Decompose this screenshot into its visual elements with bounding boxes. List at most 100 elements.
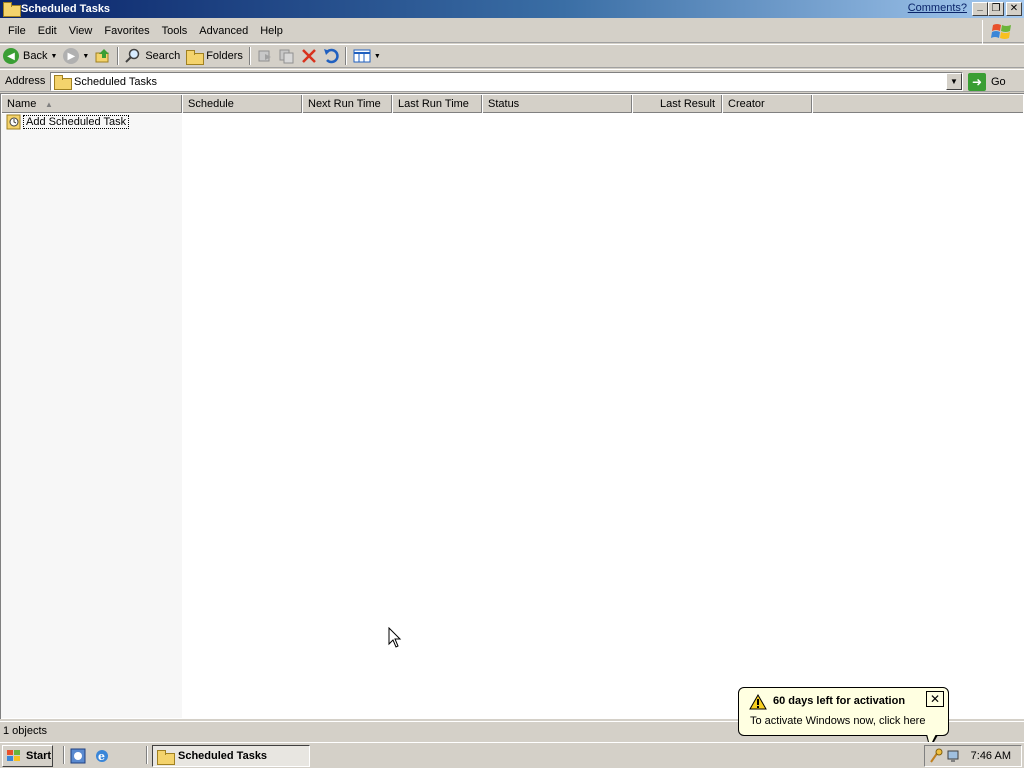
scheduled-tasks-folder-icon: [54, 75, 72, 90]
taskbar-separator: [146, 746, 148, 764]
folders-label: Folders: [206, 50, 243, 62]
menu-edit[interactable]: Edit: [32, 25, 63, 37]
restore-button[interactable]: ❐: [988, 2, 1004, 16]
views-dropdown-icon: ▼: [373, 52, 381, 60]
menu-file[interactable]: File: [0, 25, 32, 37]
search-button[interactable]: Search: [122, 45, 183, 67]
column-headers: Name ▲ Schedule Next Run Time Last Run T…: [1, 95, 1023, 113]
copy-to-icon: [279, 49, 294, 64]
add-scheduled-task-icon: [6, 114, 21, 130]
activation-balloon[interactable]: 60 days left for activation To activate …: [738, 687, 949, 736]
go-button[interactable]: ➜ Go: [968, 72, 1006, 91]
forward-button[interactable]: ▶ ▼: [60, 45, 92, 67]
menu-favorites[interactable]: Favorites: [98, 25, 155, 37]
column-label: Last Run Time: [398, 98, 469, 110]
close-button[interactable]: ✕: [1006, 2, 1022, 16]
up-folder-button[interactable]: [92, 45, 114, 67]
go-label: Go: [991, 75, 1006, 88]
network-icon[interactable]: [946, 748, 962, 764]
folders-icon: [186, 49, 205, 65]
column-header-schedule[interactable]: Schedule: [182, 95, 302, 113]
address-input[interactable]: Scheduled Tasks ▼: [50, 72, 963, 91]
go-arrow-icon: ➜: [968, 72, 986, 91]
server-management-icon[interactable]: [70, 748, 86, 764]
window-title: Scheduled Tasks: [21, 3, 111, 15]
close-icon: ✕: [1009, 3, 1019, 14]
delete-icon: [302, 49, 316, 63]
column-header-status[interactable]: Status: [482, 95, 632, 113]
balloon-close-button[interactable]: ✕: [926, 691, 944, 707]
balloon-title: 60 days left for activation: [773, 695, 906, 707]
menu-bar: File Edit View Favorites Tools Advanced …: [0, 20, 1024, 43]
views-icon: [353, 49, 371, 63]
clock[interactable]: 7:46 AM: [971, 750, 1011, 762]
windows-logo-icon: [982, 20, 1020, 44]
list-item-label: Add Scheduled Task: [23, 115, 130, 129]
file-list-view[interactable]: Name ▲ Schedule Next Run Time Last Run T…: [0, 93, 1024, 719]
forward-arrow-icon: ▶: [63, 48, 80, 64]
menu-tools[interactable]: Tools: [156, 25, 194, 37]
balloon-body-link[interactable]: To activate Windows now, click here: [750, 715, 925, 727]
restore-icon: ❐: [991, 3, 1001, 14]
column-header-next-run-time[interactable]: Next Run Time: [302, 95, 392, 113]
scheduled-tasks-icon: [3, 2, 21, 17]
toolbar-separator: [344, 47, 347, 65]
address-value: Scheduled Tasks: [74, 75, 157, 88]
start-label: Start: [26, 750, 52, 762]
back-arrow-icon: ◀: [3, 48, 19, 64]
views-button[interactable]: ▼: [350, 45, 384, 67]
move-to-icon: [258, 50, 271, 62]
minimize-button[interactable]: _: [972, 2, 988, 16]
copy-to-button[interactable]: [276, 45, 298, 67]
column-header-name[interactable]: Name ▲: [1, 95, 182, 113]
back-button[interactable]: ◀ Back ▼: [0, 45, 60, 67]
delete-button[interactable]: [298, 45, 320, 67]
search-icon: [125, 48, 140, 63]
scheduled-tasks-icon: [157, 749, 175, 765]
undo-icon: [323, 48, 339, 64]
undo-button[interactable]: [320, 45, 342, 67]
back-dropdown-icon[interactable]: ▼: [50, 53, 57, 60]
chevron-down-icon: ▼: [950, 77, 958, 86]
title-bar[interactable]: Scheduled Tasks Comments? _ ❐ ✕: [0, 0, 1024, 18]
start-button[interactable]: Start: [2, 745, 53, 767]
close-icon: ✕: [929, 692, 941, 706]
activation-keys-icon[interactable]: [928, 748, 944, 764]
move-to-button[interactable]: [254, 45, 276, 67]
column-label: Status: [488, 98, 520, 110]
address-label: Address: [5, 74, 46, 87]
list-item[interactable]: Add Scheduled Task: [6, 114, 130, 130]
warning-icon: [749, 694, 767, 710]
back-label: Back: [23, 50, 48, 62]
sort-ascending-icon: ▲: [45, 100, 53, 109]
search-label: Search: [145, 50, 181, 62]
forward-dropdown-icon[interactable]: ▼: [82, 53, 89, 60]
column-label: Next Run Time: [308, 98, 381, 110]
column-label: Name: [7, 98, 37, 110]
menu-help[interactable]: Help: [254, 25, 289, 37]
address-dropdown-button[interactable]: ▼: [946, 73, 962, 90]
taskbar-item-label: Scheduled Tasks: [178, 750, 268, 762]
column-label: Last Result: [659, 98, 715, 110]
system-tray: 7:46 AM: [924, 745, 1022, 767]
column-header-last-run-time[interactable]: Last Run Time: [392, 95, 482, 113]
column-header-last-result[interactable]: Last Result: [632, 95, 722, 113]
address-bar: Address Scheduled Tasks ▼ ➜ Go: [0, 69, 1024, 92]
column-header-creator[interactable]: Creator: [722, 95, 812, 113]
comments-link[interactable]: Comments?: [908, 2, 967, 14]
mouse-cursor-icon: [388, 627, 402, 648]
up-folder-icon: [95, 49, 110, 63]
taskbar: Start e Scheduled Tasks 7:46 AM: [0, 742, 1024, 768]
folders-button[interactable]: Folders: [183, 45, 246, 67]
taskbar-item-scheduled-tasks[interactable]: Scheduled Tasks: [152, 745, 310, 767]
menu-advanced[interactable]: Advanced: [193, 25, 254, 37]
sorted-column-shading: [1, 114, 182, 718]
column-label: Schedule: [188, 98, 234, 110]
menu-view[interactable]: View: [63, 25, 99, 37]
standard-toolbar: ◀ Back ▼ ▶ ▼ Search Folders ▼: [0, 44, 1024, 68]
taskbar-separator: [63, 746, 65, 764]
toolbar-separator: [117, 47, 120, 65]
windows-flag-icon: [7, 750, 20, 761]
internet-explorer-icon[interactable]: e: [94, 748, 110, 764]
svg-text:e: e: [98, 750, 105, 763]
